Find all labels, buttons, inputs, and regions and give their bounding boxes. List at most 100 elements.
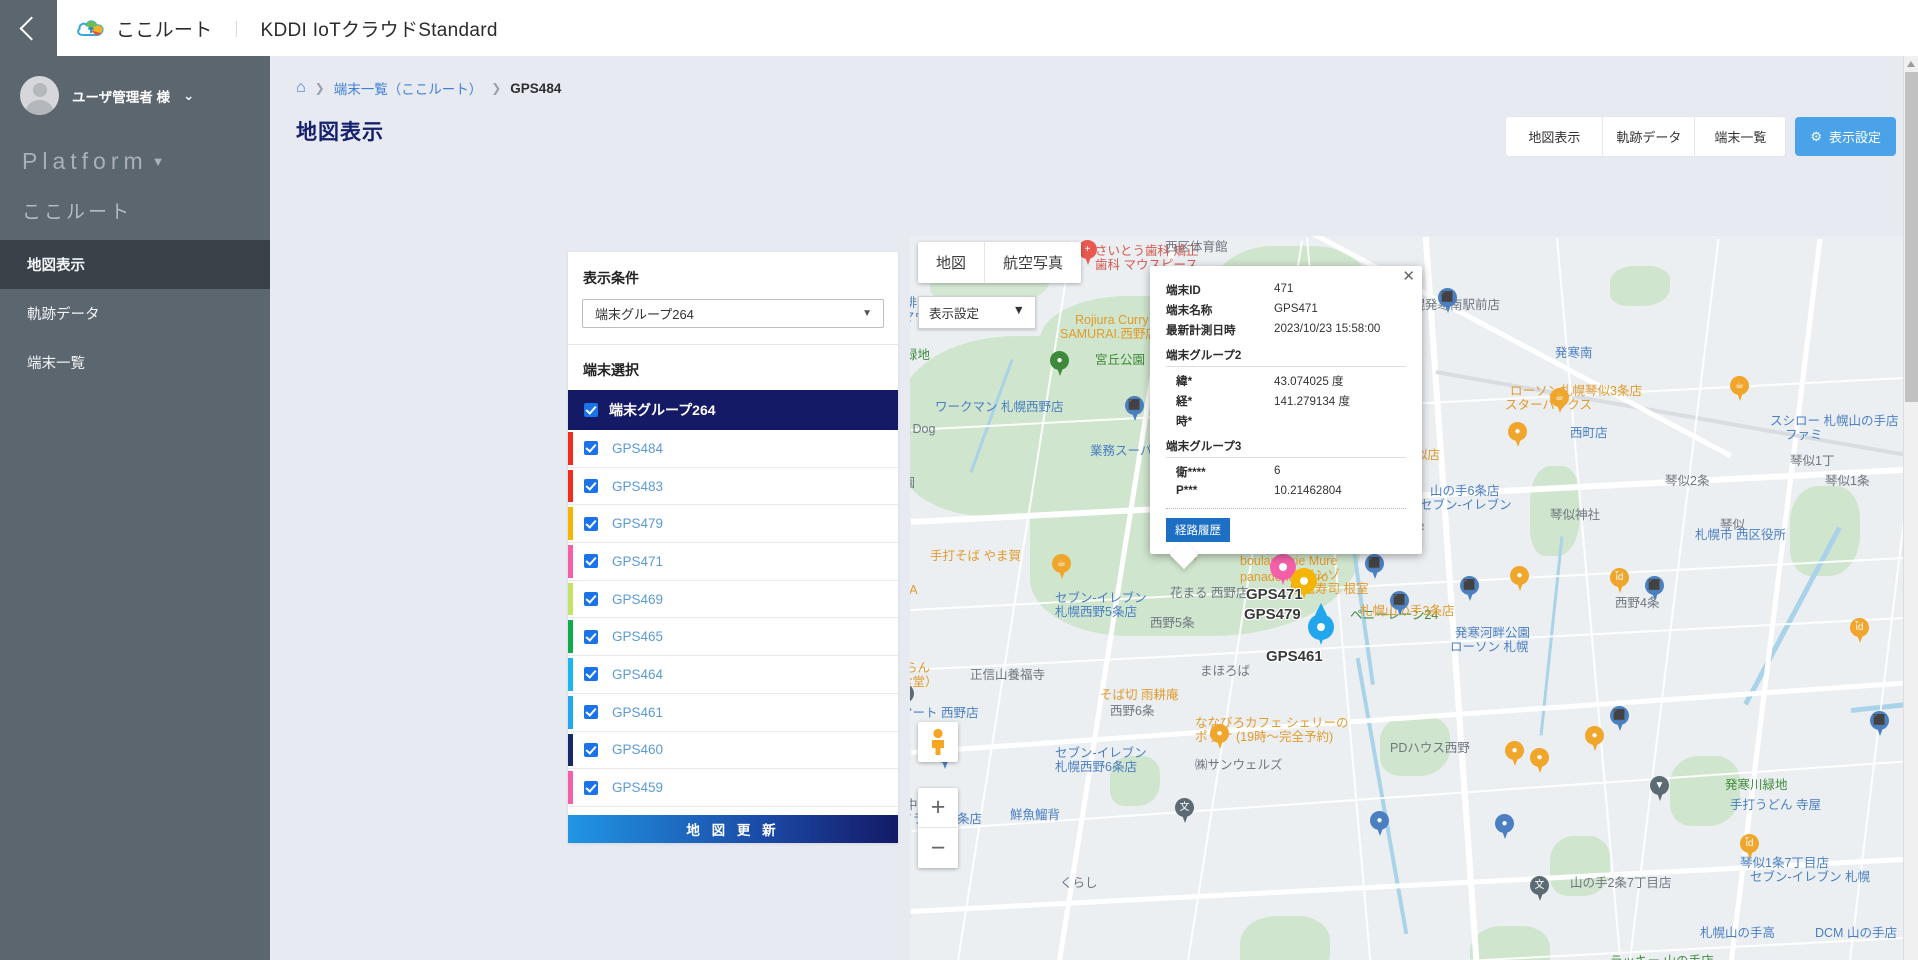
device-row[interactable]: GPS460 [568,732,898,770]
display-settings-button[interactable]: ⚙ 表示設定 [1795,117,1896,156]
map-poi-pin-icon[interactable]: ⬛ [1870,711,1889,737]
device-name-label: GPS471 [612,553,664,569]
map-tab-map[interactable]: 地図 [918,242,984,283]
map-poi-pin-icon[interactable]: ● [1510,566,1529,592]
street-view-pegman-button[interactable] [918,722,958,762]
sidebar-item-map-display[interactable]: 地図表示 [0,240,270,289]
device-info-window: ✕ 端末ID 471 端末名称 GPS471 最新計測日時 2023/10/23… [1150,266,1422,554]
device-name-label: GPS479 [612,516,664,532]
tab-track-data[interactable]: 軌跡データ [1602,116,1695,157]
chevron-down-icon: ▼ [1012,303,1025,317]
map-poi-pin-icon[interactable]: ● [1495,814,1514,840]
map-update-button[interactable]: 地 図 更 新 [568,814,898,843]
zoom-in-button[interactable]: + [918,788,958,828]
checkbox[interactable] [584,479,598,494]
map-poi-pin-icon[interactable]: ἷd [1610,568,1629,594]
map-poi-pin-icon[interactable]: ● [1370,811,1389,837]
map-poi-pin-icon[interactable]: 文 [1530,876,1549,902]
map-poi-pin-icon[interactable]: ☕ [1550,388,1569,414]
checkbox[interactable] [584,705,598,720]
route-history-button[interactable]: 経路履歴 [1166,518,1230,542]
info-group3-title: 端末グループ3 [1166,440,1242,453]
info-value: GPS471 [1274,302,1318,315]
map-poi-pin-icon[interactable]: ⬛ [1390,591,1409,617]
map-poi-label: 発寒南 [1555,346,1593,360]
gps-marker-label: GPS479 [1244,606,1301,623]
map-poi-pin-icon[interactable]: ● [1505,741,1524,767]
device-row[interactable]: GPS461 [568,694,898,732]
map-poi-pin-icon[interactable]: ▼ [1650,776,1669,802]
sidebar-item-device-list[interactable]: 端末一覧 [0,338,270,387]
map-poi-pin-icon[interactable]: ● [1050,351,1069,377]
checkbox[interactable] [584,780,598,795]
tab-device-list[interactable]: 端末一覧 [1694,116,1787,157]
device-row[interactable]: GPS469 [568,581,898,619]
map-poi-pin-icon[interactable]: ● [1585,726,1604,752]
map-poi-pin-icon[interactable]: ἷd [1850,618,1869,644]
map-tab-satellite[interactable]: 航空写真 [984,242,1081,283]
scroll-up-arrow-icon[interactable] [1907,61,1915,67]
chevron-down-icon: ▼ [862,308,872,319]
breadcrumb-link-device-list[interactable]: 端末一覧（ここルート） [334,78,483,98]
nav-group-platform[interactable]: Platform ▼ [0,115,270,175]
tab-map-display[interactable]: 地図表示 [1505,116,1603,157]
gps-marker-gps461[interactable] [1308,603,1334,645]
brand-product-name: KDDI IoTクラウドStandard [260,19,498,41]
map-poi-pin-icon[interactable]: ☕ [1730,376,1749,402]
map-poi-pin-icon[interactable]: ⬛ [1438,288,1457,314]
device-name-label: GPS469 [612,591,664,607]
info-row: 端末名称 GPS471 [1166,300,1406,320]
map-poi-pin-icon[interactable]: ⬛ [1365,554,1384,580]
device-group-row[interactable]: 端末グループ264 [568,390,898,430]
device-row[interactable]: GPS459 [568,769,898,807]
checkbox[interactable] [584,554,598,569]
chevron-down-icon: ⌄ [182,87,195,103]
device-row[interactable]: GPS471 [568,543,898,581]
sidebar: ユーザ管理者 様 ⌄ Platform ▼ ここルート 地図表示 軌跡データ 端末… [0,56,270,960]
sidebar-item-track-data[interactable]: 軌跡データ [0,289,270,338]
user-menu[interactable]: ユーザ管理者 様 ⌄ [0,56,270,115]
map-poi-pin-icon[interactable]: ☕ [1052,554,1071,580]
checkbox[interactable] [584,629,598,644]
checkbox[interactable] [584,516,598,531]
device-color-bar [568,432,573,465]
map-poi-pin-icon[interactable]: ● [1508,422,1527,448]
map-poi-pin-icon[interactable]: ἷd [1740,834,1759,860]
device-color-bar [568,507,573,541]
close-icon[interactable]: ✕ [1402,269,1415,284]
cloud-logo-icon [76,16,106,40]
device-row[interactable]: GPS483 [568,468,898,506]
map-poi-pin-icon[interactable]: ● [1210,724,1229,750]
map-poi-label: 西区体育館 [1165,240,1228,254]
map-display-settings-select[interactable]: 表示設定 ▼ [918,296,1036,329]
map-poi-pin-icon[interactable]: ⬛ [1125,396,1144,422]
device-row[interactable]: GPS479 [568,505,898,544]
checkbox[interactable] [584,742,598,757]
map-poi-label: ローソン 札幌 [1450,640,1529,654]
map-poi-pin-icon[interactable]: ● [1530,748,1549,774]
map-poi-label: そば切 雨耕庵 [1100,688,1179,702]
device-row[interactable]: GPS464 [568,656,898,694]
info-row: 緯* 43.074025 度 [1166,371,1406,391]
page-scrollbar[interactable] [1903,56,1918,960]
checkbox[interactable] [584,592,598,607]
map-poi-label: 花まる 西野店 [1170,586,1249,600]
checkbox[interactable] [584,403,598,417]
zoom-out-button[interactable]: − [918,828,958,868]
home-icon[interactable]: ⌂ [296,80,306,96]
map-type-tabs: 地図 航空写真 [918,242,1082,283]
checkbox[interactable] [584,667,598,682]
map-poi-pin-icon[interactable]: ⬛ [1610,706,1629,732]
nav-section-kokoroute: ここルート [22,202,133,223]
device-row[interactable]: GPS484 [568,430,898,468]
map-poi-pin-icon[interactable]: 文 [1175,798,1194,824]
checkbox[interactable] [584,441,598,456]
map-poi-pin-icon[interactable]: ⬛ [1645,576,1664,602]
map-poi-pin-icon[interactable]: 卐 [910,684,914,710]
map-poi-pin-icon[interactable]: ⬛ [1460,576,1479,602]
back-button[interactable] [0,0,57,56]
device-row[interactable]: GPS465 [568,618,898,657]
map-canvas[interactable]: 地図 航空写真 表示設定 ▼ + − さいとう歯科 矯正 歯科 マウスピース… … [910,236,1918,960]
group-select[interactable]: 端末グループ264 ▼ [582,299,884,328]
scrollbar-thumb[interactable] [1905,72,1918,402]
